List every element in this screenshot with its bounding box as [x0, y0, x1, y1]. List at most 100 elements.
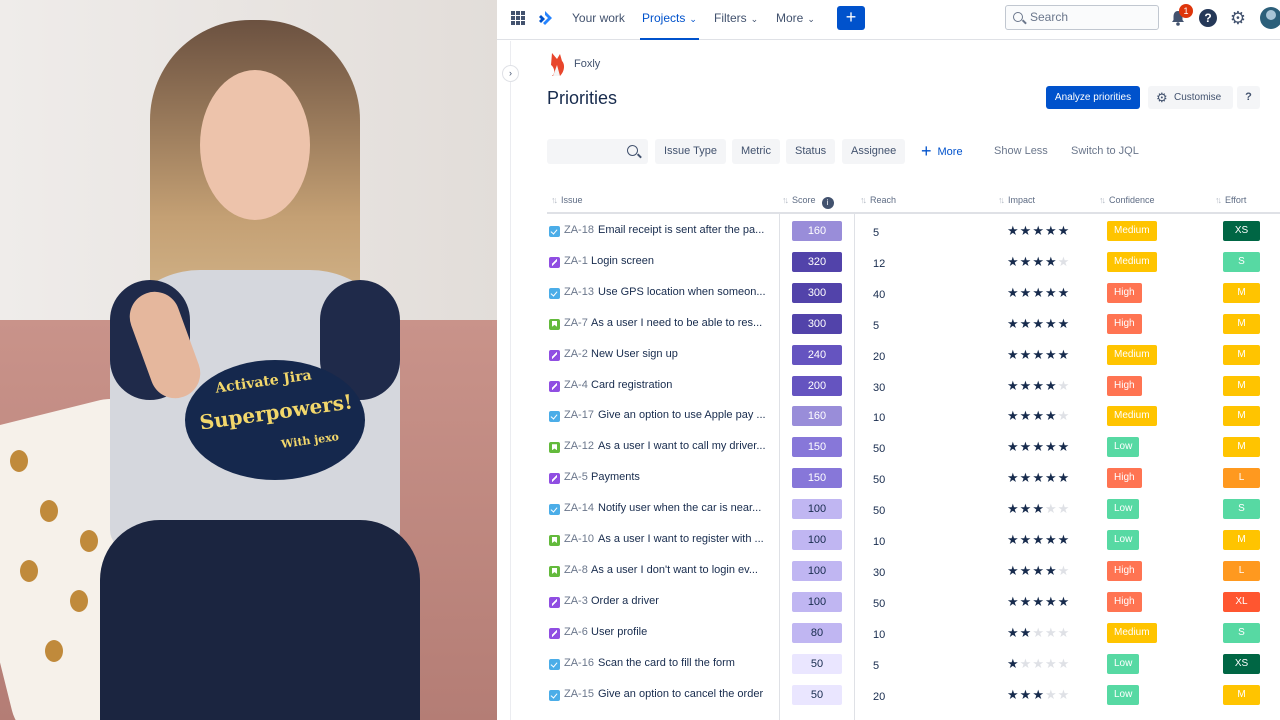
- filter-issue-type[interactable]: Issue Type: [655, 139, 726, 164]
- nav-your-work[interactable]: Your work: [572, 0, 625, 40]
- table-row[interactable]: ZA-15 Give an option to cancel the order 5…: [547, 680, 1280, 711]
- star-icon[interactable]: ★: [1045, 378, 1058, 393]
- star-icon[interactable]: ★: [1058, 439, 1071, 454]
- confidence-badge[interactable]: Medium: [1107, 344, 1157, 365]
- issue-key[interactable]: ZA-8: [564, 564, 588, 576]
- issue-summary[interactable]: Payments: [591, 471, 640, 483]
- star-icon[interactable]: ★: [1058, 656, 1071, 671]
- confidence-badge[interactable]: High: [1107, 375, 1142, 396]
- star-icon[interactable]: ★: [1058, 532, 1071, 547]
- impact-rating[interactable]: ★★★★★: [1007, 625, 1070, 641]
- star-icon[interactable]: ★: [1007, 439, 1020, 454]
- star-icon[interactable]: ★: [1032, 439, 1045, 454]
- reach-value[interactable]: 10: [873, 412, 885, 424]
- issue-key[interactable]: ZA-15: [564, 688, 594, 700]
- star-icon[interactable]: ★: [1045, 316, 1058, 331]
- star-icon[interactable]: ★: [1020, 378, 1033, 393]
- star-icon[interactable]: ★: [1032, 501, 1045, 516]
- issue-key[interactable]: ZA-2: [564, 348, 588, 360]
- issue-summary[interactable]: Notify user when the car is near...: [598, 502, 761, 514]
- effort-badge[interactable]: M: [1223, 406, 1260, 427]
- table-row[interactable]: ZA-8 As a user I don't want to login ev..…: [547, 556, 1280, 587]
- star-icon[interactable]: ★: [1032, 656, 1045, 671]
- star-icon[interactable]: ★: [1007, 563, 1020, 578]
- confidence-badge[interactable]: High: [1107, 591, 1142, 612]
- switch-to-jql-link[interactable]: Switch to JQL: [1071, 139, 1139, 164]
- nav-projects[interactable]: Projects ⌄: [640, 0, 699, 40]
- star-icon[interactable]: ★: [1020, 408, 1033, 423]
- issue-key[interactable]: ZA-3: [564, 595, 588, 607]
- effort-badge[interactable]: M: [1223, 282, 1260, 303]
- star-icon[interactable]: ★: [1032, 408, 1045, 423]
- star-icon[interactable]: ★: [1045, 594, 1058, 609]
- issue-key[interactable]: ZA-17: [564, 409, 594, 421]
- impact-rating[interactable]: ★★★★★: [1007, 687, 1070, 703]
- impact-rating[interactable]: ★★★★★: [1007, 223, 1070, 239]
- star-icon[interactable]: ★: [1007, 687, 1020, 702]
- effort-badge[interactable]: S: [1223, 251, 1260, 272]
- star-icon[interactable]: ★: [1045, 408, 1058, 423]
- star-icon[interactable]: ★: [1032, 223, 1045, 238]
- confidence-badge[interactable]: High: [1107, 282, 1142, 303]
- issue-key[interactable]: ZA-16: [564, 657, 594, 669]
- star-icon[interactable]: ★: [1058, 408, 1071, 423]
- star-icon[interactable]: ★: [1032, 594, 1045, 609]
- star-icon[interactable]: ★: [1007, 656, 1020, 671]
- table-row[interactable]: ZA-2 New User sign up 240 20 ★★★★★ Medium M: [547, 340, 1280, 371]
- search-input[interactable]: Search: [1005, 5, 1159, 30]
- user-avatar[interactable]: [1260, 7, 1280, 29]
- confidence-badge[interactable]: High: [1107, 313, 1142, 334]
- issue-summary[interactable]: As a user I want to register with ...: [598, 533, 764, 545]
- impact-rating[interactable]: ★★★★★: [1007, 254, 1070, 270]
- confidence-badge[interactable]: Low: [1107, 684, 1140, 705]
- star-icon[interactable]: ★: [1032, 563, 1045, 578]
- confidence-badge[interactable]: Medium: [1107, 622, 1157, 643]
- table-row[interactable]: ZA-10 As a user I want to register with .…: [547, 525, 1280, 556]
- impact-rating[interactable]: ★★★★★: [1007, 563, 1070, 579]
- effort-badge[interactable]: L: [1223, 468, 1260, 489]
- confidence-badge[interactable]: Low: [1107, 499, 1140, 520]
- reach-value[interactable]: 30: [873, 382, 885, 394]
- issue-summary[interactable]: Email receipt is sent after the pa...: [598, 224, 764, 236]
- star-icon[interactable]: ★: [1058, 347, 1071, 362]
- create-button[interactable]: +: [837, 6, 865, 30]
- star-icon[interactable]: ★: [1020, 470, 1033, 485]
- star-icon[interactable]: ★: [1058, 563, 1071, 578]
- star-icon[interactable]: ★: [1058, 470, 1071, 485]
- star-icon[interactable]: ★: [1020, 285, 1033, 300]
- reach-value[interactable]: 40: [873, 289, 885, 301]
- star-icon[interactable]: ★: [1020, 656, 1033, 671]
- star-icon[interactable]: ★: [1020, 501, 1033, 516]
- expand-sidebar-chevron-icon[interactable]: ›: [502, 65, 519, 82]
- reach-value[interactable]: 5: [873, 320, 879, 332]
- impact-rating[interactable]: ★★★★★: [1007, 408, 1070, 424]
- star-icon[interactable]: ★: [1020, 625, 1033, 640]
- issue-key[interactable]: ZA-5: [564, 471, 588, 483]
- star-icon[interactable]: ★: [1032, 347, 1045, 362]
- impact-rating[interactable]: ★★★★★: [1007, 347, 1070, 363]
- star-icon[interactable]: ★: [1045, 347, 1058, 362]
- reach-value[interactable]: 30: [873, 567, 885, 579]
- impact-rating[interactable]: ★★★★★: [1007, 594, 1070, 610]
- star-icon[interactable]: ★: [1045, 687, 1058, 702]
- reach-value[interactable]: 20: [873, 351, 885, 363]
- star-icon[interactable]: ★: [1058, 594, 1071, 609]
- table-row[interactable]: ZA-12 As a user I want to call my driver.…: [547, 432, 1280, 463]
- star-icon[interactable]: ★: [1045, 223, 1058, 238]
- issue-summary[interactable]: Give an option to use Apple pay ...: [598, 409, 766, 421]
- star-icon[interactable]: ★: [1007, 223, 1020, 238]
- issue-summary[interactable]: User profile: [591, 626, 647, 638]
- impact-rating[interactable]: ★★★★★: [1007, 285, 1070, 301]
- table-row[interactable]: ZA-16 Scan the card to fill the form 50 5 ★★…: [547, 649, 1280, 680]
- issue-summary[interactable]: New User sign up: [591, 348, 678, 360]
- issue-summary[interactable]: As a user I need to be able to res...: [591, 317, 762, 329]
- column-header-confidence[interactable]: ↑↓ Confidence: [1099, 190, 1155, 210]
- star-icon[interactable]: ★: [1007, 254, 1020, 269]
- star-icon[interactable]: ★: [1045, 532, 1058, 547]
- star-icon[interactable]: ★: [1058, 625, 1071, 640]
- reach-value[interactable]: 50: [873, 505, 885, 517]
- issue-search-input[interactable]: [547, 139, 648, 164]
- star-icon[interactable]: ★: [1020, 223, 1033, 238]
- star-icon[interactable]: ★: [1045, 254, 1058, 269]
- issue-summary[interactable]: Card registration: [591, 379, 672, 391]
